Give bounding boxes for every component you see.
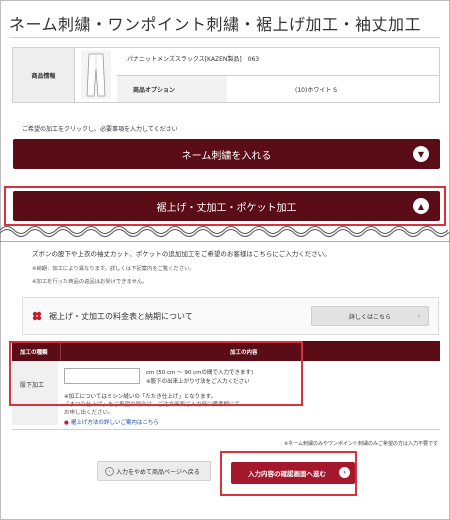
cut-divider [0, 226, 450, 242]
page-title: ネーム刺繍・ワンポイント刺繍・裾上げ加工・袖丈加工 [9, 15, 422, 34]
pants-thumbnail-icon [81, 51, 111, 99]
bullet-icon: ● [64, 420, 69, 426]
hem-method-link-label: 裾上げ方法の詳しいご案内はこちら [70, 420, 159, 426]
chevron-down-icon: ▼ [413, 146, 429, 162]
product-name: パナニットメンズスラックス[KAZEN製品] 063 [127, 56, 260, 63]
chevron-left-icon: ‹ [105, 467, 114, 476]
chevron-right-icon: › [339, 467, 350, 478]
blind-stitch-note-cont: お申し出ください。 [64, 410, 114, 416]
product-info-header: 商品情報 [13, 48, 75, 102]
section-description: ズボンの股下や上衣の袖丈カット、ポケットの追加加工をご希望のお客様はこちらにご入… [32, 250, 331, 258]
product-info-table: 商品情報 パナニットメンズスラックス[KAZEN製品] 063 商品オプション … [12, 47, 440, 103]
chevron-right-icon: › [417, 313, 420, 320]
details-button-label: 詳しくはこちら [348, 313, 391, 321]
confirm-button[interactable]: 入力内容の確認画面へ進む › [231, 462, 355, 484]
highlight-box [9, 341, 303, 406]
title-divider [9, 37, 440, 38]
price-info-title: 裾上げ・丈加工の料金表と納期について [49, 312, 193, 321]
hem-method-link[interactable]: ● 裾上げ方法の詳しいご案内はこちら [64, 418, 159, 426]
accordion-name-embroidery[interactable]: ネーム刺繍を入れる ▼ [13, 139, 440, 169]
section-note-return: ※加工を行った商品の返品はお受けできません。 [32, 279, 148, 285]
section-divider [12, 429, 440, 430]
instruction-text: ご希望の加工をクリックし、必要事項を入力してください [22, 126, 178, 133]
highlight-box [4, 186, 446, 226]
back-to-product-button[interactable]: ‹ 入力をやめて商品ページへ戻る [97, 461, 211, 481]
details-button[interactable]: 詳しくはこちら › [311, 306, 429, 326]
accordion-label: ネーム刺繍を入れる [181, 150, 272, 162]
flower-icon [32, 311, 42, 321]
product-option-value: (10)ホワイト S [295, 87, 338, 94]
product-option-row: 商品オプション (10)ホワイト S [117, 75, 439, 102]
back-button-label: 入力をやめて商品ページへ戻る [116, 468, 200, 476]
section-note-delivery: ※納期：加工により異なります。詳しくは下記案内をご覧ください。 [32, 266, 195, 272]
price-info-box: 裾上げ・丈加工の料金表と納期について 詳しくはこちら › [22, 297, 439, 335]
footnote: ※ネーム刺繍のみやワンポイント刺繍のみご希望の方は入力不要です [283, 441, 438, 447]
product-option-label: 商品オプション [117, 76, 227, 102]
confirm-button-label: 入力内容の確認画面へ進む [248, 470, 326, 478]
